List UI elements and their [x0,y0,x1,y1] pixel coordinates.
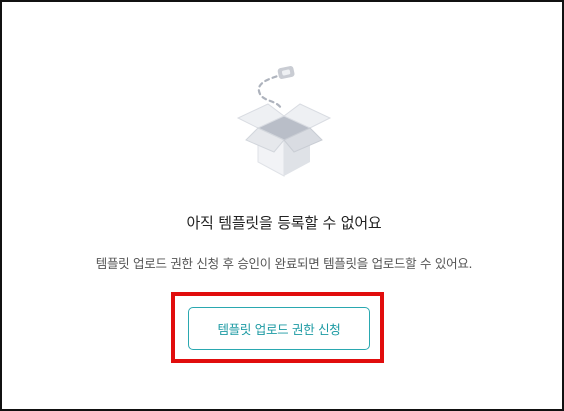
empty-state-description: 템플릿 업로드 권한 신청 후 승인이 완료되면 템플릿을 업로드할 수 있어요… [95,256,473,271]
empty-state-panel: 아직 템플릿을 등록할 수 없어요 템플릿 업로드 권한 신청 후 승인이 완료… [0,0,564,411]
empty-state-title: 아직 템플릿을 등록할 수 없어요 [186,214,382,232]
open-box-icon [236,66,332,177]
request-upload-permission-button[interactable]: 템플릿 업로드 권한 신청 [188,307,370,350]
